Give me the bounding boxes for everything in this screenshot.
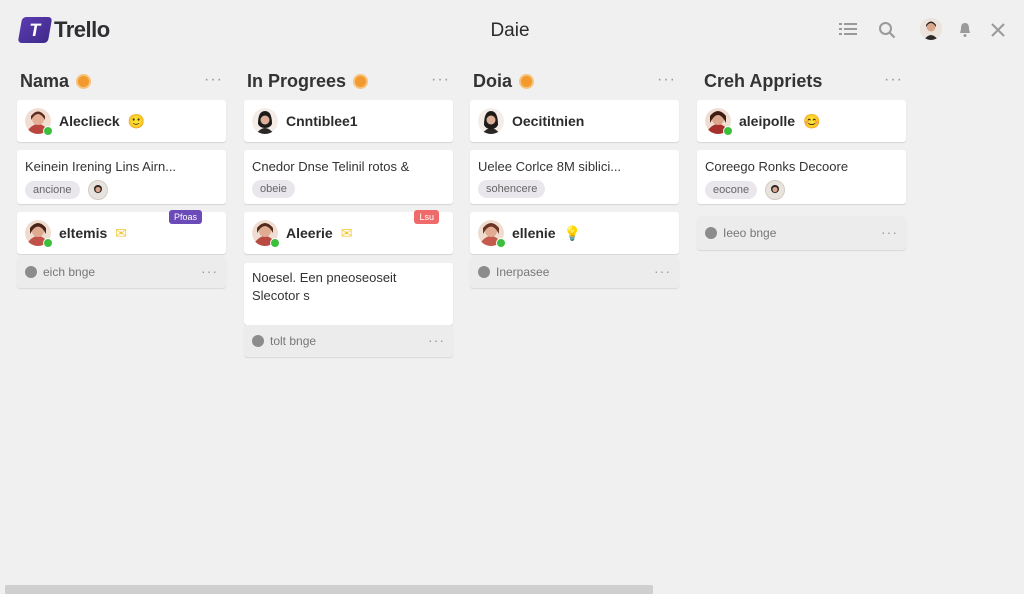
- plus-circle-icon: [25, 266, 37, 278]
- column-menu-button[interactable]: ···: [204, 71, 223, 89]
- task-card[interactable]: Cnedor Dnse Telinil rotos & obeie: [244, 150, 453, 204]
- column-menu-button[interactable]: ···: [431, 71, 450, 89]
- user-card[interactable]: Lsu Aleerie ✉: [244, 210, 453, 254]
- close-icon[interactable]: [988, 20, 1008, 40]
- task-tag[interactable]: obeie: [252, 180, 295, 198]
- task-card[interactable]: Uelee Corlce 8M siblici... sohencere: [470, 150, 679, 204]
- slot-menu-button[interactable]: ···: [654, 263, 671, 279]
- online-status-icon: [496, 238, 506, 248]
- column-title[interactable]: In Progrees: [247, 71, 346, 92]
- column-header: In Progrees ···: [244, 66, 454, 96]
- column-header: Nama ···: [17, 66, 227, 96]
- slot-label: tolt bnge: [270, 334, 317, 348]
- task-tag[interactable]: sohencere: [478, 180, 546, 198]
- status-dot-icon: [353, 73, 369, 89]
- smile-emoji-icon: 😊: [803, 113, 821, 129]
- column-menu-button[interactable]: ···: [884, 71, 903, 89]
- task-tag[interactable]: eocone: [705, 181, 758, 199]
- user-card[interactable]: Pfoas eltemis ✉: [17, 210, 226, 254]
- status-dot-icon: [519, 73, 535, 89]
- avatar: [252, 108, 278, 134]
- user-name: Oecititnien: [512, 113, 585, 129]
- task-title: Coreego Ronks Decoore: [705, 159, 849, 174]
- task-tag[interactable]: ancione: [25, 181, 80, 199]
- avatar: [478, 220, 506, 248]
- online-status-icon: [43, 238, 53, 248]
- trello-logo[interactable]: T Trello: [17, 17, 110, 43]
- add-card-slot[interactable]: Inerpasee ···: [470, 256, 679, 288]
- avatar: [252, 220, 280, 248]
- slot-label: Ieeo bnge: [723, 226, 777, 240]
- add-card-slot[interactable]: eich bnge ···: [17, 256, 226, 288]
- smile-emoji-icon: 🙂: [127, 113, 146, 129]
- lightbulb-emoji-icon: 💡: [563, 225, 582, 241]
- user-card[interactable]: Cnntiblee1: [244, 100, 453, 142]
- slot-label: eich bnge: [43, 265, 96, 279]
- column-title[interactable]: Creh Appriets: [704, 71, 822, 92]
- online-status-icon: [43, 126, 53, 136]
- search-icon[interactable]: [877, 20, 897, 40]
- status-dot-icon: [76, 73, 92, 89]
- plus-circle-icon: [252, 335, 264, 347]
- user-name: Aleclieck: [59, 113, 120, 129]
- logo-text: Trello: [54, 17, 110, 42]
- task-title-line-2: Slecotor s: [252, 288, 310, 303]
- column-nama: Nama ··· Aleclieck 🙂 Keinein Irening Lin…: [17, 66, 227, 288]
- envelope-emoji-icon: ✉: [115, 225, 127, 241]
- column-header: Creh Appriets ···: [697, 66, 907, 96]
- task-title: Uelee Corlce 8M siblici...: [478, 159, 622, 174]
- add-card-slot[interactable]: Ieeo bnge ···: [697, 216, 906, 250]
- add-card-slot[interactable]: tolt bnge ···: [244, 325, 453, 357]
- user-name: aleipolle: [739, 113, 796, 129]
- card-label[interactable]: Pfoas: [168, 210, 202, 224]
- envelope-emoji-icon: ✉: [340, 225, 353, 241]
- slot-menu-button[interactable]: ···: [201, 263, 218, 279]
- bell-icon[interactable]: [955, 20, 975, 40]
- task-card[interactable]: Keinein Irening Lins Airn... ancione: [17, 150, 226, 204]
- task-title-line-1: Noesel. Een pneoseoseit: [252, 270, 397, 285]
- logo-mark: T: [17, 17, 53, 43]
- plus-circle-icon: [705, 227, 717, 239]
- assignee-avatar[interactable]: [765, 180, 786, 200]
- user-card[interactable]: aleipolle 😊: [697, 100, 906, 142]
- column-header: Doia ···: [470, 66, 680, 96]
- task-card[interactable]: Noesel. Een pneoseoseit Slecotor s: [244, 263, 453, 325]
- avatar: [25, 108, 53, 136]
- plus-circle-icon: [478, 266, 490, 278]
- slot-menu-button[interactable]: ···: [881, 224, 898, 240]
- column-doia: Doia ··· Oecititnien Uelee Corlce 8M sib…: [470, 66, 680, 288]
- avatar: [25, 220, 53, 248]
- online-status-icon: [723, 126, 733, 136]
- horizontal-scrollbar[interactable]: [5, 585, 1020, 594]
- column-title[interactable]: Doia: [473, 71, 512, 92]
- user-name: ellenie: [512, 225, 556, 241]
- slot-label: Inerpasee: [496, 265, 550, 279]
- slot-menu-button[interactable]: ···: [428, 332, 445, 348]
- task-title: Keinein Irening Lins Airn...: [25, 159, 177, 174]
- user-card[interactable]: Oecititnien: [470, 100, 679, 142]
- user-name: Cnntiblee1: [286, 113, 358, 129]
- board-title[interactable]: Daie: [465, 20, 555, 42]
- online-status-icon: [270, 238, 280, 248]
- task-title: Cnedor Dnse Telinil rotos &: [252, 159, 410, 174]
- user-name: Aleerie: [286, 225, 333, 241]
- assignee-avatar[interactable]: [87, 180, 108, 200]
- top-bar: T Trello Daie: [0, 0, 1024, 60]
- avatar: [705, 108, 733, 136]
- column-in-progress: In Progrees ··· Cnntiblee1 Cnedor Dnse T…: [244, 66, 454, 357]
- list-icon[interactable]: [838, 20, 858, 40]
- user-card[interactable]: ellenie 💡: [470, 212, 679, 254]
- column-menu-button[interactable]: ···: [657, 71, 676, 89]
- user-avatar[interactable]: [920, 18, 942, 40]
- card-label[interactable]: Lsu: [414, 210, 439, 224]
- user-card[interactable]: Aleclieck 🙂: [17, 100, 226, 142]
- task-card[interactable]: Coreego Ronks Decoore eocone: [697, 150, 906, 204]
- scrollbar-thumb[interactable]: [5, 585, 653, 594]
- avatar: [478, 108, 504, 134]
- user-name: eltemis: [59, 225, 108, 241]
- column-title[interactable]: Nama: [20, 71, 69, 92]
- column-creh-appriets: Creh Appriets ··· aleipolle 😊 Coreego Ro…: [697, 66, 907, 250]
